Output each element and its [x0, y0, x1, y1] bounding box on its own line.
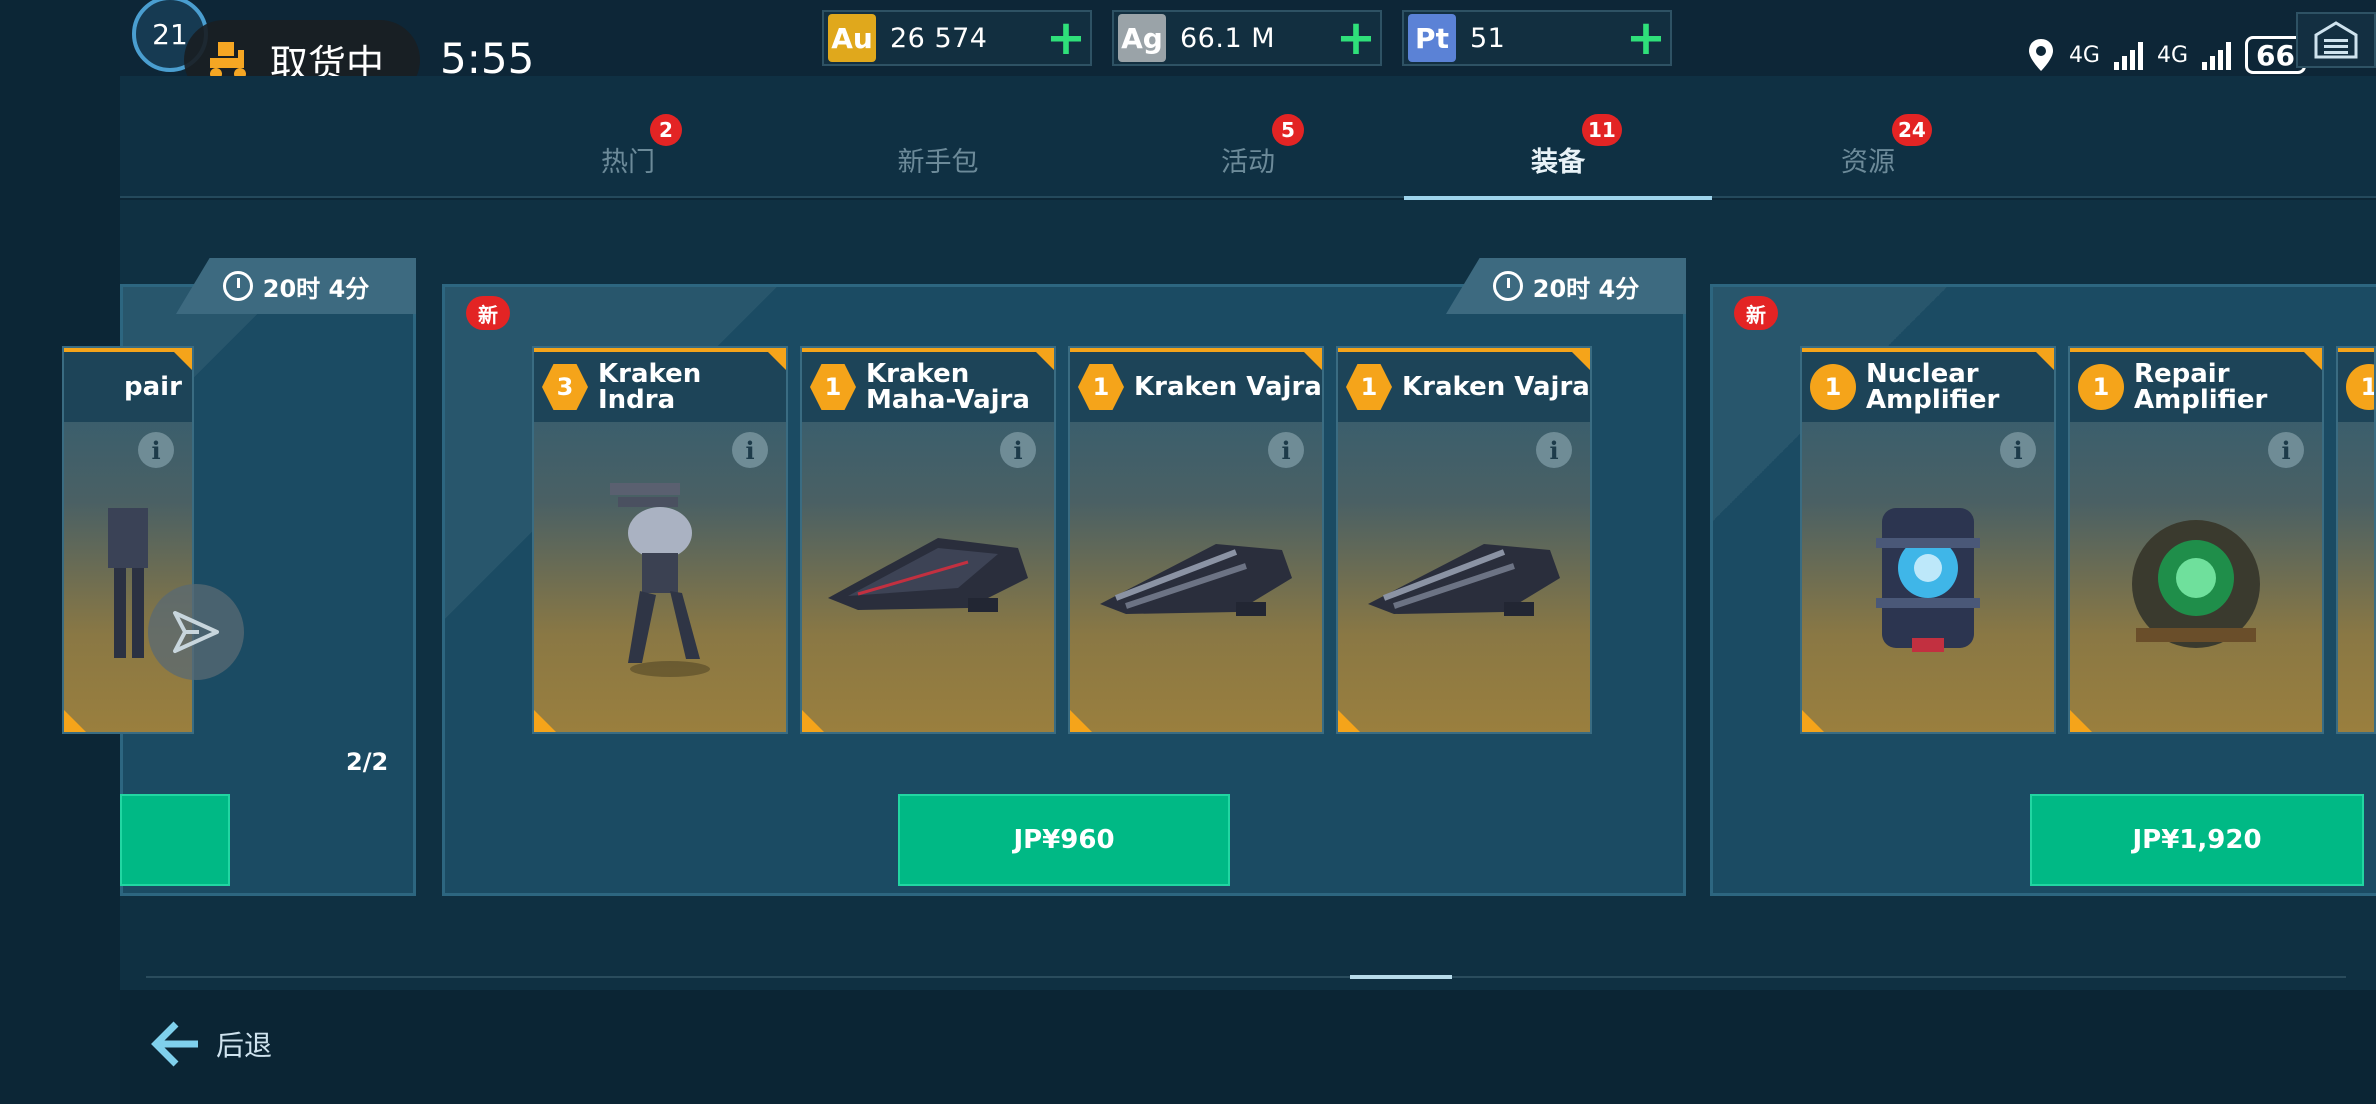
- quantity-badge: 1: [810, 364, 856, 410]
- platinum-currency: Pt 51 +: [1402, 10, 1672, 66]
- card-header: 1: [2338, 348, 2374, 422]
- tab-label: 活动: [1221, 147, 1275, 178]
- item-card-kraken-maha-vajra[interactable]: 1 Kraken Maha-Vajra i: [800, 346, 1056, 734]
- info-icon[interactable]: i: [732, 432, 768, 468]
- tab-hot[interactable]: 热门 2: [478, 114, 778, 179]
- tab-badge: 5: [1272, 114, 1304, 146]
- share-button[interactable]: [148, 584, 244, 680]
- item-card[interactable]: 1: [2336, 346, 2376, 734]
- info-icon[interactable]: i: [2268, 432, 2304, 468]
- add-platinum-button[interactable]: +: [1622, 14, 1670, 62]
- item-card[interactable]: pair i: [62, 346, 194, 734]
- signal-icon-2: [2202, 40, 2232, 70]
- share-icon: [173, 611, 219, 653]
- card-header: 1 Kraken Vajra: [1070, 348, 1322, 422]
- add-gold-button[interactable]: +: [1042, 14, 1090, 62]
- silver-icon: Ag: [1118, 14, 1166, 62]
- info-icon[interactable]: i: [1000, 432, 1036, 468]
- buy-button[interactable]: JP¥960: [898, 794, 1230, 886]
- tab-resources[interactable]: 资源 24: [1718, 114, 2018, 179]
- quantity-badge: 1: [1810, 364, 1856, 410]
- timer-label: 20时 4分: [1532, 274, 1640, 303]
- info-icon[interactable]: i: [1268, 432, 1304, 468]
- tab-label: 资源: [1841, 147, 1895, 178]
- offer-timer: 20时 4分: [1446, 258, 1686, 314]
- network-label-1: 4G: [2068, 42, 2100, 68]
- quantity-badge: 1: [2346, 364, 2374, 410]
- system-status: 4G 4G 66: [2027, 36, 2306, 74]
- gold-currency: Au 26 574 +: [822, 10, 1092, 66]
- item-name: pair: [124, 372, 182, 402]
- item-name: Kraken Indra: [598, 359, 702, 415]
- item-card-kraken-indra[interactable]: 3 Kraken Indra i: [532, 346, 788, 734]
- weapon-image: [1338, 468, 1590, 688]
- scroll-track[interactable]: [146, 976, 2346, 978]
- network-label-2: 4G: [2156, 42, 2189, 68]
- clock-icon: [1492, 271, 1523, 301]
- signal-icon-1: [2113, 40, 2143, 70]
- info-icon[interactable]: i: [1536, 432, 1572, 468]
- new-badge: 新: [1734, 296, 1778, 330]
- platinum-icon: Pt: [1408, 14, 1456, 62]
- timer-label: 20时 4分: [262, 274, 370, 303]
- tab-badge: 24: [1892, 114, 1932, 146]
- back-button[interactable]: 后退: [148, 1016, 272, 1072]
- item-name: Repair Amplifier: [2134, 359, 2268, 415]
- offer-timer: 20时 4分: [176, 258, 416, 314]
- item-card-nuclear-amplifier[interactable]: 1 Nuclear Amplifier i: [1800, 346, 2056, 734]
- gold-icon: Au: [828, 14, 876, 62]
- clock-icon: [222, 271, 253, 301]
- robot-image: [534, 468, 786, 688]
- card-header: 1 Nuclear Amplifier: [1802, 348, 2054, 422]
- tab-equipment[interactable]: 装备 11: [1408, 114, 1708, 179]
- weapon-image: [802, 468, 1054, 688]
- info-icon[interactable]: i: [138, 432, 174, 468]
- bottom-bar: [120, 990, 2376, 1104]
- item-card-kraken-vajra[interactable]: 1 Kraken Vajra i: [1336, 346, 1592, 734]
- quantity-badge: 3: [542, 364, 588, 410]
- silver-amount: 66.1 M: [1180, 22, 1275, 54]
- scroll-thumb[interactable]: [1350, 975, 1452, 979]
- platinum-amount: 51: [1470, 22, 1506, 54]
- quantity-badge: 1: [1078, 364, 1124, 410]
- card-header: 1 Kraken Vajra: [1338, 348, 1590, 422]
- quantity-badge: 1: [2078, 364, 2124, 410]
- tab-label: 热门: [601, 147, 655, 178]
- buy-button[interactable]: JP¥1,920: [2030, 794, 2364, 886]
- garage-icon: [2314, 21, 2358, 59]
- card-header: 3 Kraken Indra: [534, 348, 786, 422]
- module-image: [1802, 468, 2054, 688]
- tab-events[interactable]: 活动 5: [1098, 114, 1398, 179]
- silver-currency: Ag 66.1 M +: [1112, 10, 1382, 66]
- add-silver-button[interactable]: +: [1332, 14, 1380, 62]
- tab-starter-pack[interactable]: 新手包: [788, 140, 1088, 179]
- card-header: 1 Repair Amplifier: [2070, 348, 2322, 422]
- garage-button[interactable]: [2296, 12, 2376, 68]
- weapon-image: [1070, 468, 1322, 688]
- item-name: Kraken Vajra: [1134, 372, 1322, 402]
- gold-amount: 26 574: [890, 22, 988, 54]
- tab-badge: 11: [1582, 114, 1622, 146]
- page-indicator: 2/2: [346, 748, 389, 776]
- item-name: Kraken Vajra: [1402, 372, 1590, 402]
- quantity-badge: 1: [1346, 364, 1392, 410]
- card-header: 1 Kraken Maha-Vajra: [802, 348, 1054, 422]
- back-label: 后退: [216, 1029, 273, 1062]
- info-icon[interactable]: i: [2000, 432, 2036, 468]
- buy-button-partial[interactable]: [120, 794, 230, 886]
- tab-label: 装备: [1531, 147, 1585, 178]
- tab-badge: 2: [650, 114, 682, 146]
- location-icon: [2028, 39, 2053, 71]
- back-arrow-icon: [151, 1021, 198, 1067]
- tab-label: 新手包: [897, 147, 979, 178]
- item-name: Kraken Maha-Vajra: [866, 359, 1030, 415]
- module-image: [2070, 468, 2322, 688]
- item-name: Nuclear Amplifier: [1866, 359, 2000, 415]
- item-card-kraken-vajra[interactable]: 1 Kraken Vajra i: [1068, 346, 1324, 734]
- new-badge: 新: [466, 296, 510, 330]
- item-card-repair-amplifier[interactable]: 1 Repair Amplifier i: [2068, 346, 2324, 734]
- category-tabs: [120, 76, 2376, 198]
